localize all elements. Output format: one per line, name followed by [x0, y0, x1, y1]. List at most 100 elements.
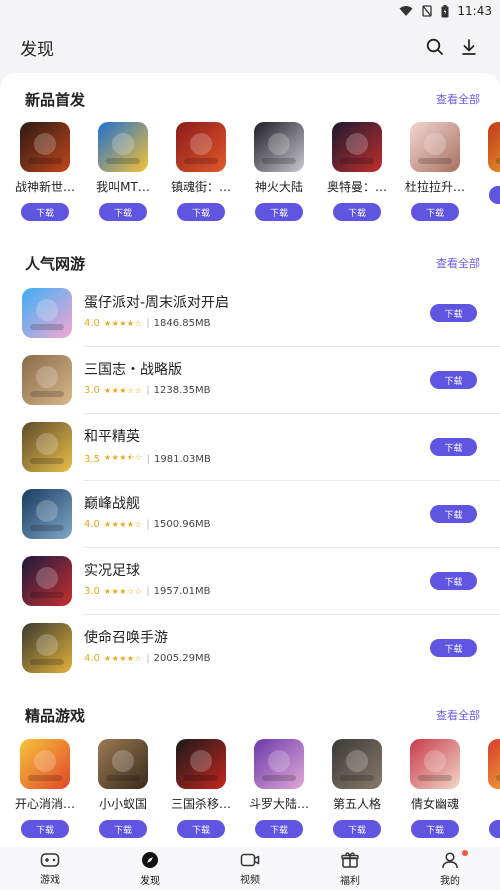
download-button[interactable]: 下载 — [411, 203, 459, 221]
app-icon[interactable] — [98, 739, 148, 789]
app-tile[interactable]: 我叫MT… 下载 — [93, 122, 153, 221]
content-card: 新品首发 查看全部 战神新世… 下载 我叫MT… 下载 镇魂街：… 下载 神火大陆 下载 奥特曼… — [0, 73, 500, 847]
popular-games-list: 蛋仔派对-周末派对开启 4.0 ★★★★☆ | 1846.85MB 下载 三国志・战略版 3.… — [0, 280, 500, 682]
search-icon[interactable] — [424, 36, 446, 58]
app-icon[interactable] — [254, 739, 304, 789]
app-name: 斗罗大陆… — [248, 797, 309, 811]
download-button[interactable]: 下载 — [333, 820, 381, 838]
game-size: 1957.01MB — [153, 586, 211, 597]
download-button[interactable]: 下载 — [99, 203, 147, 221]
tab-welfare[interactable]: 福利 — [310, 851, 390, 887]
game-meta: 4.0 ★★★★☆ | 1500.96MB — [84, 519, 210, 530]
app-tile[interactable]: 捕鱼下载 — [483, 739, 500, 838]
app-tile[interactable]: 战神新世… 下载 — [15, 122, 75, 221]
new-games-row: 战神新世… 下载 我叫MT… 下载 镇魂街：… 下载 神火大陆 下载 奥特曼：… 下载 杜拉拉升… 下… — [0, 122, 500, 232]
app-tile[interactable]: 第五人格 下载 — [327, 739, 387, 838]
app-name: 神火大陆 — [254, 180, 303, 194]
app-tile[interactable]: 奥特曼：… 下载 — [327, 122, 387, 221]
app-name: 战神新世… — [14, 180, 75, 194]
app-icon[interactable] — [176, 122, 226, 172]
game-info: 巅峰战舰 4.0 ★★★★☆ | 1500.96MB — [84, 493, 210, 530]
download-button[interactable]: 下载 — [411, 820, 459, 838]
game-icon[interactable] — [22, 623, 72, 673]
app-icon[interactable] — [332, 739, 382, 789]
game-rating: 3.5 — [84, 453, 100, 465]
video-icon — [240, 853, 260, 866]
app-icon[interactable] — [410, 122, 460, 172]
download-button[interactable]: 下载 — [430, 371, 477, 389]
game-list-item[interactable]: 使命召唤手游 4.0 ★★★★☆ | 2005.29MB 下载 — [0, 615, 500, 682]
game-size: 1981.03MB — [154, 453, 211, 465]
download-button[interactable]: 下载 — [430, 304, 477, 322]
app-tile[interactable]: 斗罗大陆… 下载 — [249, 739, 309, 838]
app-tile[interactable]: 神火大陆 下载 — [249, 122, 309, 221]
app-name: 开心消消… — [14, 797, 75, 811]
app-tile[interactable]: 杜拉拉升… 下载 — [405, 122, 465, 221]
app-icon[interactable] — [98, 122, 148, 172]
game-icon[interactable] — [22, 489, 72, 539]
meta-separator: | — [146, 519, 150, 530]
download-button[interactable]: 下载 — [255, 820, 303, 838]
meta-separator: | — [146, 385, 150, 396]
app-icon[interactable] — [20, 739, 70, 789]
app-icon[interactable] — [176, 739, 226, 789]
battery-icon — [441, 4, 449, 17]
game-icon[interactable] — [22, 355, 72, 405]
app-tile[interactable]: 开心消消… 下载 — [15, 739, 75, 838]
game-info: 蛋仔派对-周末派对开启 4.0 ★★★★☆ | 1846.85MB — [84, 292, 229, 329]
app-icon[interactable] — [410, 739, 460, 789]
tab-profile[interactable]: 我的 — [410, 851, 490, 887]
app-tile[interactable]: 下载 — [483, 122, 500, 204]
app-name: 我叫MT… — [96, 180, 150, 194]
download-button[interactable]: 下载 — [99, 820, 147, 838]
app-name: 杜拉拉升… — [404, 180, 465, 194]
section-popular-header: 人气网游 查看全部 — [25, 252, 480, 274]
download-button[interactable]: 下载 — [430, 572, 477, 590]
game-icon[interactable] — [22, 422, 72, 472]
game-list-item[interactable]: 实况足球 3.0 ★★★☆☆ | 1957.01MB 下载 — [0, 548, 500, 615]
download-button[interactable]: 下载 — [430, 438, 477, 456]
download-button[interactable]: 下载 — [430, 639, 477, 657]
app-name: 第五人格 — [332, 797, 381, 811]
download-button[interactable]: 下载 — [489, 186, 500, 204]
app-icon[interactable] — [488, 122, 500, 172]
see-all-featured-link[interactable]: 查看全部 — [436, 707, 480, 723]
download-icon[interactable] — [458, 36, 480, 58]
tab-games-label: 游戏 — [40, 874, 60, 886]
wifi-icon — [399, 6, 413, 16]
app-tile[interactable]: 倩女幽魂 下载 — [405, 739, 465, 838]
game-list-item[interactable]: 蛋仔派对-周末派对开启 4.0 ★★★★☆ | 1846.85MB 下载 — [0, 280, 500, 347]
game-meta: 4.0 ★★★★☆ | 1846.85MB — [84, 318, 229, 329]
download-button[interactable]: 下载 — [255, 203, 303, 221]
app-icon[interactable] — [254, 122, 304, 172]
app-tile[interactable]: 镇魂街：… 下载 — [171, 122, 231, 221]
app-icon[interactable] — [332, 122, 382, 172]
app-tile[interactable]: 三国杀移… 下载 — [171, 739, 231, 838]
tab-profile-label: 我的 — [440, 875, 460, 887]
download-button[interactable]: 下载 — [177, 203, 225, 221]
game-icon[interactable] — [22, 556, 72, 606]
download-button[interactable]: 下载 — [489, 820, 500, 838]
app-icon[interactable] — [20, 122, 70, 172]
see-all-popular-link[interactable]: 查看全部 — [436, 255, 480, 271]
game-info: 三国志・战略版 3.0 ★★★☆☆ | 1238.35MB — [84, 359, 210, 396]
star-rating-icon: ★★★⯪☆ — [103, 453, 143, 462]
no-sim-icon — [422, 5, 433, 17]
game-icon[interactable] — [22, 288, 72, 338]
tab-video[interactable]: 视频 — [210, 852, 290, 886]
game-list-item[interactable]: 巅峰战舰 4.0 ★★★★☆ | 1500.96MB 下载 — [0, 481, 500, 548]
tab-discover[interactable]: 发现 — [110, 851, 190, 887]
download-button[interactable]: 下载 — [21, 820, 69, 838]
app-icon[interactable] — [488, 739, 500, 789]
game-list-item[interactable]: 和平精英 3.5 ★★★⯪☆ | 1981.03MB 下载 — [0, 414, 500, 481]
see-all-new-link[interactable]: 查看全部 — [436, 91, 480, 107]
game-list-item[interactable]: 三国志・战略版 3.0 ★★★☆☆ | 1238.35MB 下载 — [0, 347, 500, 414]
featured-games-row: 开心消消…下载小小蚁国下载三国杀移…下载斗罗大陆…下载第五人格下载倩女幽魂下载捕… — [0, 739, 500, 847]
bottom-tab-bar: 游戏 发现 视频 福利 我的 — [0, 847, 500, 890]
download-button[interactable]: 下载 — [333, 203, 381, 221]
download-button[interactable]: 下载 — [21, 203, 69, 221]
tab-games[interactable]: 游戏 — [10, 852, 90, 886]
app-tile[interactable]: 小小蚁国 下载 — [93, 739, 153, 838]
download-button[interactable]: 下载 — [177, 820, 225, 838]
download-button[interactable]: 下载 — [430, 505, 477, 523]
